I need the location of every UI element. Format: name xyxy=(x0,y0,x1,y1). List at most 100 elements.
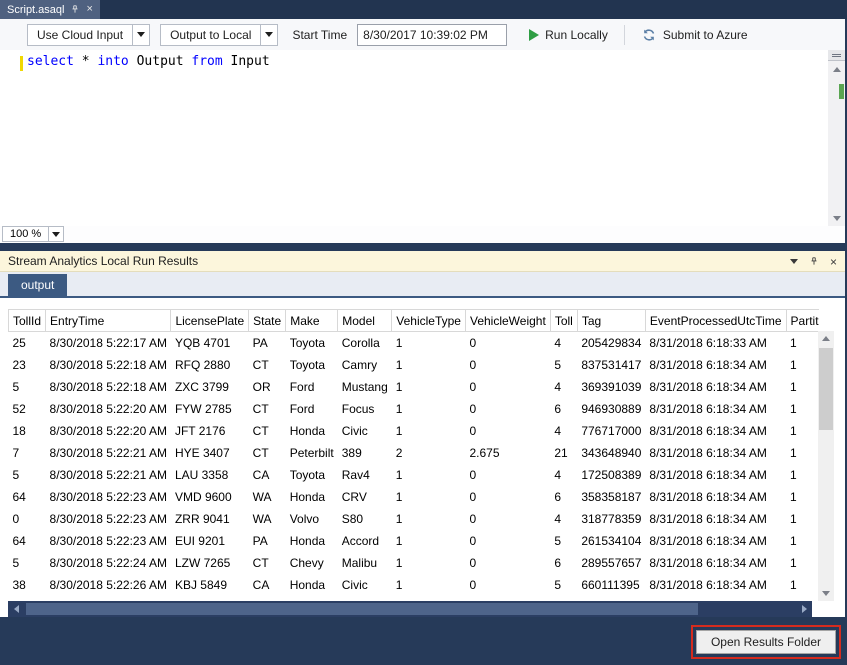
table-cell: 8/31/2018 6:18:34 AM xyxy=(645,354,786,376)
table-row[interactable]: 58/30/2018 5:22:24 AMLZW 7265CTChevyMali… xyxy=(9,552,820,574)
table-cell: EUI 9201 xyxy=(171,530,249,552)
close-icon[interactable]: × xyxy=(86,4,92,15)
table-cell: S80 xyxy=(338,508,392,530)
pin-icon[interactable] xyxy=(809,256,819,267)
output-target-value: Output to Local xyxy=(161,25,260,45)
editor-vertical-scrollbar[interactable] xyxy=(828,50,845,226)
table-cell: 389 xyxy=(338,442,392,464)
table-row[interactable]: 78/30/2018 5:22:21 AMHYE 3407CTPeterbilt… xyxy=(9,442,820,464)
table-cell: WA xyxy=(249,508,286,530)
scroll-down-icon[interactable] xyxy=(818,586,834,601)
scroll-up-icon[interactable] xyxy=(818,331,834,346)
table-cell: 1 xyxy=(786,574,819,596)
table-cell: 261534104 xyxy=(577,530,645,552)
table-row[interactable]: 388/30/2018 5:22:26 AMKBJ 5849CAHondaCiv… xyxy=(9,574,820,596)
chevron-down-icon[interactable] xyxy=(132,25,149,45)
table-cell: Rav4 xyxy=(338,464,392,486)
table-cell: 8/30/2018 5:22:18 AM xyxy=(46,354,171,376)
table-row[interactable]: 648/30/2018 5:22:23 AMEUI 9201PAHondaAcc… xyxy=(9,530,820,552)
scrollbar-thumb[interactable] xyxy=(26,603,698,615)
start-time-input[interactable] xyxy=(357,24,507,46)
submit-to-azure-button[interactable]: Submit to Azure xyxy=(635,24,754,46)
code-token: Output xyxy=(129,54,192,69)
scroll-left-icon[interactable] xyxy=(8,601,24,617)
table-cell: CA xyxy=(249,574,286,596)
tab-script-asaql[interactable]: Script.asaql × xyxy=(0,0,100,19)
column-header[interactable]: VehicleType xyxy=(392,310,466,332)
panel-splitter[interactable] xyxy=(0,243,847,251)
table-row[interactable]: 58/30/2018 5:22:21 AMLAU 3358CAToyotaRav… xyxy=(9,464,820,486)
code-line[interactable]: select * into Output from Input xyxy=(27,54,270,69)
scrollbar-thumb[interactable] xyxy=(819,348,833,430)
column-header[interactable]: Make xyxy=(286,310,338,332)
code-editor[interactable]: select * into Output from Input xyxy=(0,50,845,226)
table-cell: 1 xyxy=(392,464,466,486)
table-cell: KBJ 5849 xyxy=(171,574,249,596)
table-cell: 4 xyxy=(550,464,577,486)
open-results-folder-button[interactable]: Open Results Folder xyxy=(696,630,836,654)
zoom-dropdown[interactable]: 100 % xyxy=(2,226,64,242)
table-row[interactable]: 528/30/2018 5:22:20 AMFYW 2785CTFordFocu… xyxy=(9,398,820,420)
table-row[interactable]: 238/30/2018 5:22:18 AMRFQ 2880CTToyotaCa… xyxy=(9,354,820,376)
table-cell: 52 xyxy=(9,398,46,420)
table-horizontal-scrollbar[interactable] xyxy=(8,601,812,617)
window-menu-chevron-icon[interactable] xyxy=(790,259,798,264)
table-row[interactable]: 648/30/2018 5:22:23 AMVMD 9600WAHondaCRV… xyxy=(9,486,820,508)
table-cell: 2.675 xyxy=(465,442,550,464)
column-header[interactable]: EntryTime xyxy=(46,310,171,332)
output-target-dropdown[interactable]: Output to Local xyxy=(160,24,278,46)
chevron-down-icon[interactable] xyxy=(48,227,63,241)
table-row[interactable]: 58/30/2018 5:22:18 AMZXC 3799ORFordMusta… xyxy=(9,376,820,398)
chevron-down-icon[interactable] xyxy=(260,25,277,45)
table-cell: 2 xyxy=(392,442,466,464)
scroll-up-icon[interactable] xyxy=(828,62,845,77)
column-header[interactable]: State xyxy=(249,310,286,332)
table-cell: Ford xyxy=(286,398,338,420)
column-header[interactable]: Toll xyxy=(550,310,577,332)
scroll-down-icon[interactable] xyxy=(828,211,845,226)
submit-azure-label: Submit to Azure xyxy=(663,28,748,42)
close-icon[interactable]: × xyxy=(830,256,837,268)
column-header[interactable]: EventProcessedUtcTime xyxy=(645,310,786,332)
input-source-value: Use Cloud Input xyxy=(28,25,132,45)
change-tracking-bar xyxy=(20,56,23,71)
table-row[interactable]: 08/30/2018 5:22:23 AMZRR 9041WAVolvoS801… xyxy=(9,508,820,530)
table-cell: 8/31/2018 6:18:34 AM xyxy=(645,574,786,596)
table-cell: 8/31/2018 6:18:34 AM xyxy=(645,442,786,464)
table-cell: 1 xyxy=(392,574,466,596)
column-header[interactable]: Partition xyxy=(786,310,819,332)
table-cell: Mustang xyxy=(338,376,392,398)
tab-output[interactable]: output xyxy=(8,274,67,296)
results-panel-header[interactable]: Stream Analytics Local Run Results × xyxy=(0,251,845,272)
column-header[interactable]: LicensePlate xyxy=(171,310,249,332)
table-row[interactable]: 258/30/2018 5:22:17 AMYQB 4701PAToyotaCo… xyxy=(9,332,820,354)
editor-status-strip: 100 % xyxy=(0,226,845,243)
input-source-dropdown[interactable]: Use Cloud Input xyxy=(27,24,150,46)
column-header[interactable]: TollId xyxy=(9,310,46,332)
run-locally-button[interactable]: Run Locally xyxy=(523,25,614,45)
code-token: from xyxy=(191,54,222,69)
table-cell: 0 xyxy=(465,574,550,596)
table-cell: 1 xyxy=(392,354,466,376)
table-cell: 23 xyxy=(9,354,46,376)
code-token: select xyxy=(27,54,74,69)
table-cell: 8/30/2018 5:22:24 AM xyxy=(46,552,171,574)
table-cell: Honda xyxy=(286,486,338,508)
table-cell: PA xyxy=(249,332,286,354)
table-row[interactable]: 188/30/2018 5:22:20 AMJFT 2176CTHondaCiv… xyxy=(9,420,820,442)
column-header[interactable]: VehicleWeight xyxy=(465,310,550,332)
scroll-right-icon[interactable] xyxy=(796,601,812,617)
table-cell: 5 xyxy=(550,354,577,376)
column-header[interactable]: Model xyxy=(338,310,392,332)
table-vertical-scrollbar[interactable] xyxy=(818,331,834,601)
table-cell: 660111395 xyxy=(577,574,645,596)
splitter-grip[interactable] xyxy=(828,50,845,61)
toolbar: Use Cloud Input Output to Local Start Ti… xyxy=(0,19,845,50)
column-header[interactable]: Tag xyxy=(577,310,645,332)
pin-icon[interactable] xyxy=(70,4,80,15)
results-table[interactable]: TollIdEntryTimeLicensePlateStateMakeMode… xyxy=(8,309,819,601)
results-panel-title: Stream Analytics Local Run Results xyxy=(8,254,198,268)
table-cell: 8/30/2018 5:22:23 AM xyxy=(46,486,171,508)
table-cell: 0 xyxy=(465,376,550,398)
results-panel: Stream Analytics Local Run Results × out… xyxy=(0,251,845,617)
